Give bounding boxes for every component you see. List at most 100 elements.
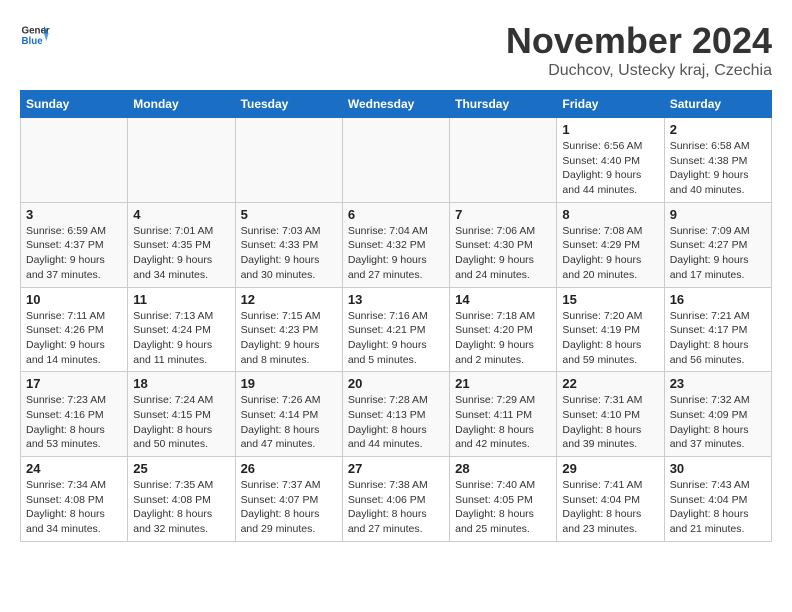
day-info: Sunrise: 7:23 AM Sunset: 4:16 PM Dayligh… (26, 393, 122, 452)
calendar-week-2: 3 Sunrise: 6:59 AM Sunset: 4:37 PM Daylig… (21, 202, 772, 287)
calendar-cell: 16Sunrise: 7:21 AM Sunset: 4:17 PM Dayli… (664, 287, 771, 372)
calendar-cell: 29Sunrise: 7:41 AM Sunset: 4:04 PM Dayli… (557, 457, 664, 542)
day-info: Sunrise: 7:20 AM Sunset: 4:19 PM Dayligh… (562, 309, 658, 368)
day-info: Sunrise: 7:26 AM Sunset: 4:14 PM Dayligh… (241, 393, 337, 452)
calendar-week-3: 10 Sunrise: 7:11 AM Sunset: 4:26 PM Dayli… (21, 287, 772, 372)
day-header-wednesday: Wednesday (342, 91, 449, 118)
calendar-cell: 9 Sunrise: 7:09 AM Sunset: 4:27 PM Daylig… (664, 202, 771, 287)
calendar-cell: 10 Sunrise: 7:11 AM Sunset: 4:26 PM Dayli… (21, 287, 128, 372)
day-number: 25 (133, 461, 229, 476)
calendar-cell: 8 Sunrise: 7:08 AM Sunset: 4:29 PM Daylig… (557, 202, 664, 287)
day-number: 3 (26, 207, 122, 222)
title-block: November 2024 Duchcov, Ustecky kraj, Cze… (506, 20, 772, 80)
day-number: 1 (562, 122, 658, 137)
day-number: 18 (133, 376, 229, 391)
logo: General Blue (20, 20, 50, 50)
day-info: Sunrise: 7:28 AM Sunset: 4:13 PM Dayligh… (348, 393, 444, 452)
calendar-cell: 2 Sunrise: 6:58 AM Sunset: 4:38 PM Daylig… (664, 118, 771, 203)
day-number: 26 (241, 461, 337, 476)
day-info: Sunrise: 7:29 AM Sunset: 4:11 PM Dayligh… (455, 393, 551, 452)
day-number: 7 (455, 207, 551, 222)
calendar-cell: 1 Sunrise: 6:56 AM Sunset: 4:40 PM Daylig… (557, 118, 664, 203)
day-info: Sunrise: 6:58 AM Sunset: 4:38 PM Dayligh… (670, 139, 766, 198)
day-number: 28 (455, 461, 551, 476)
calendar-cell: 5Sunrise: 7:03 AM Sunset: 4:33 PM Daylig… (235, 202, 342, 287)
calendar-cell: 30 Sunrise: 7:43 AM Sunset: 4:04 PM Dayli… (664, 457, 771, 542)
day-number: 8 (562, 207, 658, 222)
day-number: 5 (241, 207, 337, 222)
day-number: 22 (562, 376, 658, 391)
day-info: Sunrise: 7:01 AM Sunset: 4:35 PM Dayligh… (133, 224, 229, 283)
calendar-week-1: 1 Sunrise: 6:56 AM Sunset: 4:40 PM Daylig… (21, 118, 772, 203)
calendar-cell: 3 Sunrise: 6:59 AM Sunset: 4:37 PM Daylig… (21, 202, 128, 287)
svg-text:Blue: Blue (22, 36, 44, 47)
calendar-cell: 11Sunrise: 7:13 AM Sunset: 4:24 PM Dayli… (128, 287, 235, 372)
calendar-cell: 27 Sunrise: 7:38 AM Sunset: 4:06 PM Dayli… (342, 457, 449, 542)
month-title: November 2024 (506, 20, 772, 62)
calendar-cell: 24 Sunrise: 7:34 AM Sunset: 4:08 PM Dayli… (21, 457, 128, 542)
day-number: 30 (670, 461, 766, 476)
calendar-cell: 21Sunrise: 7:29 AM Sunset: 4:11 PM Dayli… (450, 372, 557, 457)
day-number: 23 (670, 376, 766, 391)
calendar-cell: 6Sunrise: 7:04 AM Sunset: 4:32 PM Daylig… (342, 202, 449, 287)
day-info: Sunrise: 7:38 AM Sunset: 4:06 PM Dayligh… (348, 478, 444, 537)
day-info: Sunrise: 7:32 AM Sunset: 4:09 PM Dayligh… (670, 393, 766, 452)
day-header-monday: Monday (128, 91, 235, 118)
calendar-cell: 17 Sunrise: 7:23 AM Sunset: 4:16 PM Dayli… (21, 372, 128, 457)
day-number: 2 (670, 122, 766, 137)
day-number: 4 (133, 207, 229, 222)
day-info: Sunrise: 7:08 AM Sunset: 4:29 PM Dayligh… (562, 224, 658, 283)
calendar-cell: 19 Sunrise: 7:26 AM Sunset: 4:14 PM Dayli… (235, 372, 342, 457)
calendar-cell: 12 Sunrise: 7:15 AM Sunset: 4:23 PM Dayli… (235, 287, 342, 372)
calendar-cell: 4 Sunrise: 7:01 AM Sunset: 4:35 PM Daylig… (128, 202, 235, 287)
day-number: 17 (26, 376, 122, 391)
day-header-thursday: Thursday (450, 91, 557, 118)
calendar-cell (128, 118, 235, 203)
day-header-sunday: Sunday (21, 91, 128, 118)
calendar-week-5: 24 Sunrise: 7:34 AM Sunset: 4:08 PM Dayli… (21, 457, 772, 542)
calendar-cell: 25 Sunrise: 7:35 AM Sunset: 4:08 PM Dayli… (128, 457, 235, 542)
day-info: Sunrise: 7:24 AM Sunset: 4:15 PM Dayligh… (133, 393, 229, 452)
day-info: Sunrise: 7:04 AM Sunset: 4:32 PM Dayligh… (348, 224, 444, 283)
calendar-cell: 14Sunrise: 7:18 AM Sunset: 4:20 PM Dayli… (450, 287, 557, 372)
day-info: Sunrise: 7:41 AM Sunset: 4:04 PM Dayligh… (562, 478, 658, 537)
day-info: Sunrise: 6:56 AM Sunset: 4:40 PM Dayligh… (562, 139, 658, 198)
calendar-cell: 18 Sunrise: 7:24 AM Sunset: 4:15 PM Dayli… (128, 372, 235, 457)
day-info: Sunrise: 7:43 AM Sunset: 4:04 PM Dayligh… (670, 478, 766, 537)
day-header-tuesday: Tuesday (235, 91, 342, 118)
day-number: 27 (348, 461, 444, 476)
day-number: 9 (670, 207, 766, 222)
day-number: 12 (241, 292, 337, 307)
location-subtitle: Duchcov, Ustecky kraj, Czechia (506, 62, 772, 80)
day-number: 15 (562, 292, 658, 307)
day-info: Sunrise: 7:11 AM Sunset: 4:26 PM Dayligh… (26, 309, 122, 368)
day-number: 14 (455, 292, 551, 307)
calendar-cell: 20Sunrise: 7:28 AM Sunset: 4:13 PM Dayli… (342, 372, 449, 457)
day-info: Sunrise: 7:15 AM Sunset: 4:23 PM Dayligh… (241, 309, 337, 368)
day-number: 24 (26, 461, 122, 476)
day-number: 10 (26, 292, 122, 307)
day-info: Sunrise: 7:09 AM Sunset: 4:27 PM Dayligh… (670, 224, 766, 283)
day-info: Sunrise: 7:16 AM Sunset: 4:21 PM Dayligh… (348, 309, 444, 368)
calendar-cell (342, 118, 449, 203)
day-info: Sunrise: 7:31 AM Sunset: 4:10 PM Dayligh… (562, 393, 658, 452)
day-info: Sunrise: 7:34 AM Sunset: 4:08 PM Dayligh… (26, 478, 122, 537)
day-info: Sunrise: 7:37 AM Sunset: 4:07 PM Dayligh… (241, 478, 337, 537)
calendar-cell: 26 Sunrise: 7:37 AM Sunset: 4:07 PM Dayli… (235, 457, 342, 542)
day-number: 13 (348, 292, 444, 307)
logo-icon: General Blue (20, 20, 50, 50)
day-info: Sunrise: 7:35 AM Sunset: 4:08 PM Dayligh… (133, 478, 229, 537)
calendar-cell: 15 Sunrise: 7:20 AM Sunset: 4:19 PM Dayli… (557, 287, 664, 372)
day-number: 19 (241, 376, 337, 391)
day-info: Sunrise: 7:06 AM Sunset: 4:30 PM Dayligh… (455, 224, 551, 283)
day-info: Sunrise: 6:59 AM Sunset: 4:37 PM Dayligh… (26, 224, 122, 283)
calendar-header-row: SundayMondayTuesdayWednesdayThursdayFrid… (21, 91, 772, 118)
page-header: General Blue November 2024 Duchcov, Uste… (20, 20, 772, 80)
calendar-cell (21, 118, 128, 203)
day-info: Sunrise: 7:21 AM Sunset: 4:17 PM Dayligh… (670, 309, 766, 368)
day-header-friday: Friday (557, 91, 664, 118)
day-header-saturday: Saturday (664, 91, 771, 118)
calendar-cell: 28Sunrise: 7:40 AM Sunset: 4:05 PM Dayli… (450, 457, 557, 542)
calendar-cell: 23 Sunrise: 7:32 AM Sunset: 4:09 PM Dayli… (664, 372, 771, 457)
day-info: Sunrise: 7:13 AM Sunset: 4:24 PM Dayligh… (133, 309, 229, 368)
